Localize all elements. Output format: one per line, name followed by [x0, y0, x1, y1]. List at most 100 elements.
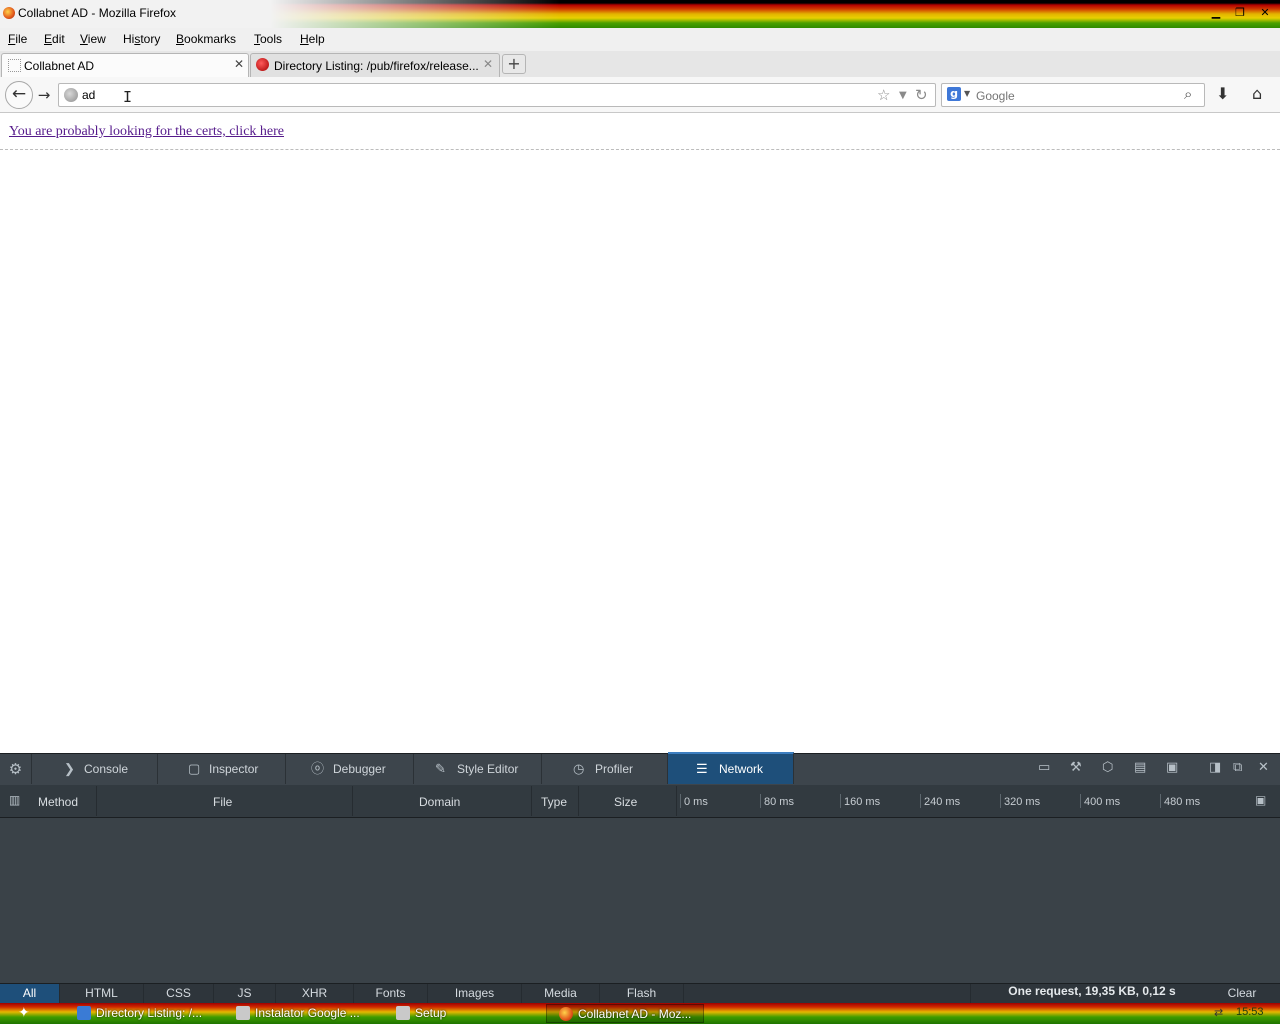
column-separator	[676, 786, 677, 816]
filter-media[interactable]: Media	[522, 984, 600, 1003]
filter-images[interactable]: Images	[428, 984, 522, 1003]
menu-help[interactable]: Help	[300, 32, 325, 46]
undock-window-icon[interactable]: ⧉	[1233, 760, 1242, 775]
column-separator	[352, 786, 353, 816]
taskbar-item-label: Setup	[415, 1006, 447, 1020]
timeline-tick-label: 400 ms	[1084, 796, 1121, 808]
history-dropdown-icon[interactable]: ▼	[899, 90, 907, 101]
filter-xhr[interactable]: XHR	[276, 984, 354, 1003]
devtools-options-gear-icon[interactable]: ⚙	[0, 754, 32, 784]
column-file[interactable]: File	[213, 795, 232, 809]
forward-button[interactable]: →	[33, 85, 55, 105]
tab-collabnet-ad[interactable]: Collabnet AD ✕	[1, 53, 249, 77]
window-title-bar	[0, 0, 1280, 28]
filter-css[interactable]: CSS	[144, 984, 214, 1003]
search-go-icon[interactable]: ⌕	[1184, 85, 1192, 103]
page-divider	[0, 149, 1280, 150]
filter-all[interactable]: All	[0, 984, 60, 1003]
timeline-tick-label: 80 ms	[764, 796, 794, 808]
timeline-tick	[1080, 794, 1081, 808]
taskbar-item-instalator-google[interactable]: Instalator Google ...	[236, 1004, 386, 1023]
filter-flash[interactable]: Flash	[600, 984, 684, 1003]
close-icon[interactable]: ✕	[1257, 6, 1273, 20]
column-separator	[531, 786, 532, 816]
close-devtools-icon[interactable]: ✕	[1258, 760, 1269, 775]
clear-button[interactable]: Clear	[1212, 984, 1272, 1003]
installer-icon	[236, 1006, 250, 1020]
tab-label: Collabnet AD	[24, 59, 95, 73]
split-console-icon[interactable]: ▭	[1038, 760, 1050, 775]
devtools-tab-profiler[interactable]: ◷ Profiler	[542, 754, 668, 784]
column-method[interactable]: Method	[38, 795, 78, 809]
devtools-tab-debugger[interactable]: ⓞ Debugger	[286, 754, 414, 784]
reload-icon[interactable]: ↻	[915, 86, 928, 104]
taskbar-item-directory-listing[interactable]: Directory Listing: /...	[77, 1004, 227, 1023]
expand-sidebar-icon[interactable]: ▣	[1255, 793, 1266, 807]
back-button[interactable]: ←	[5, 81, 33, 109]
menu-bookmarks-label: ookmarks	[184, 32, 237, 46]
menu-bookmarks[interactable]: Bookmarks	[176, 32, 236, 46]
profiler-icon: ◷	[573, 761, 585, 776]
devtools-tab-label: Style Editor	[457, 762, 519, 776]
devtools-tab-style-editor[interactable]: ✎ Style Editor	[414, 754, 542, 784]
tab-label: Directory Listing: /pub/firefox/release.…	[274, 59, 479, 73]
tab-directory-listing[interactable]: Directory Listing: /pub/firefox/release.…	[250, 53, 500, 77]
timeline-tick	[920, 794, 921, 808]
system-clock: 15:53	[1236, 1006, 1264, 1018]
setup-icon	[396, 1006, 410, 1020]
start-menu-icon[interactable]: ✦	[18, 1005, 38, 1022]
restore-icon[interactable]: ❐	[1232, 6, 1248, 20]
filter-js[interactable]: JS	[214, 984, 276, 1003]
devtools-tab-label: Debugger	[333, 762, 386, 776]
devtools-tab-label: Network	[719, 762, 764, 776]
url-input[interactable]	[82, 86, 862, 104]
paintbrush-icon[interactable]: ⚒	[1070, 760, 1082, 775]
filter-fonts[interactable]: Fonts	[354, 984, 428, 1003]
network-tray-icon[interactable]: ⇄	[1214, 1006, 1223, 1019]
3d-view-icon[interactable]: ⬡	[1102, 760, 1113, 775]
menu-tools[interactable]: Tools	[254, 32, 282, 46]
filter-html[interactable]: HTML	[60, 984, 144, 1003]
timeline-tick-label: 320 ms	[1004, 796, 1041, 808]
home-icon[interactable]: ⌂	[1252, 84, 1262, 103]
devtools-tab-console[interactable]: ❯ Console	[32, 754, 158, 784]
column-size[interactable]: Size	[614, 795, 637, 809]
close-tab-icon[interactable]: ✕	[234, 57, 244, 71]
menu-file[interactable]: File	[8, 32, 27, 46]
column-type[interactable]: Type	[541, 795, 567, 809]
timeline-tick	[1160, 794, 1161, 808]
new-tab-button[interactable]: +	[502, 54, 526, 74]
search-engine-icon[interactable]: g	[947, 87, 961, 101]
minimize-icon[interactable]: ▁	[1208, 6, 1224, 20]
scratchpad-icon[interactable]: ▤	[1134, 760, 1146, 775]
debugger-icon: ⓞ	[311, 761, 325, 776]
menu-edit-label: dit	[52, 32, 65, 46]
firefox-icon	[559, 1007, 573, 1021]
toggle-details-icon[interactable]: ▥	[9, 793, 20, 807]
dock-side-icon[interactable]: ◨	[1209, 760, 1221, 775]
timeline-tick-label: 240 ms	[924, 796, 961, 808]
taskbar-item-collabnet-ad[interactable]: Collabnet AD - Moz...	[546, 1004, 704, 1023]
timeline-tick	[760, 794, 761, 808]
column-domain[interactable]: Domain	[419, 795, 460, 809]
column-separator	[578, 786, 579, 816]
menu-edit-mnemonic: E	[44, 32, 53, 46]
close-tab-icon[interactable]: ✕	[483, 57, 493, 71]
column-separator	[96, 786, 97, 816]
bookmark-star-icon[interactable]: ☆	[877, 86, 890, 104]
search-engine-dropdown-icon[interactable]: ▼	[964, 89, 970, 98]
browser-icon	[77, 1006, 91, 1020]
search-input[interactable]	[976, 87, 1176, 104]
responsive-mode-icon[interactable]: ▣	[1166, 760, 1178, 775]
taskbar-item-setup[interactable]: Setup	[396, 1004, 546, 1023]
menu-view[interactable]: View	[80, 32, 106, 46]
menu-edit[interactable]: Edit	[44, 32, 65, 46]
site-identity-icon[interactable]	[64, 88, 78, 102]
certs-link[interactable]: You are probably looking for the certs, …	[9, 124, 284, 140]
downloads-icon[interactable]: ⬇	[1216, 84, 1229, 103]
network-summary: One request, 19,35 KB, 0,12 s	[970, 984, 1213, 1003]
devtools-tab-inspector[interactable]: ▢ Inspector	[158, 754, 286, 784]
menu-help-label: elp	[308, 32, 325, 46]
devtools-tab-network[interactable]: ☰ Network	[668, 752, 794, 784]
menu-history[interactable]: History	[123, 32, 160, 46]
